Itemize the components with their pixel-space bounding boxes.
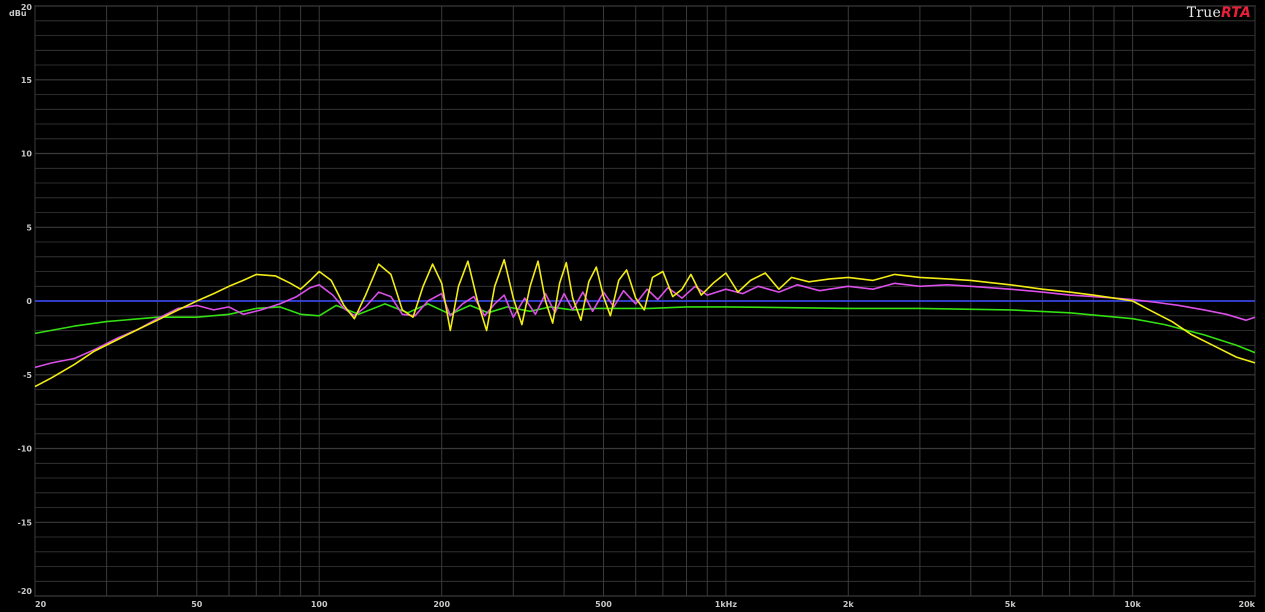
x-tick-label: 10k xyxy=(1124,600,1141,609)
x-tick-label: 1kHz xyxy=(715,600,738,609)
y-tick-label: 0 xyxy=(26,297,32,306)
y-tick-label: -5 xyxy=(23,371,32,380)
frequency-response-chart: 20151050-5-10-15-20 20 50 100 200 500 1kHz 2k 5… xyxy=(9,3,1256,609)
y-tick-label: 15 xyxy=(21,76,33,85)
y-tick-label: -10 xyxy=(18,445,33,454)
x-tick-label: 2k xyxy=(843,600,855,609)
x-axis-ticks: 20 50 100 200 500 1kHz 2k 5k 10k 20k xyxy=(35,600,1256,609)
x-tick-label: 500 xyxy=(595,600,612,609)
x-tick-label: 5k xyxy=(1005,600,1017,609)
y-tick-label: 5 xyxy=(26,223,32,232)
x-tick-label: 20k xyxy=(1239,600,1256,609)
y-tick-label: 10 xyxy=(21,150,33,159)
y-tick-label: -15 xyxy=(18,518,33,527)
x-tick-label: 200 xyxy=(433,600,450,609)
y-axis-ticks: 20151050-5-10-15-20 xyxy=(18,3,33,596)
x-tick-label: 50 xyxy=(191,600,203,609)
y-tick-label: -20 xyxy=(18,587,33,596)
rta-analyzer-window: 20 15 10 5 0 -5 -10 -15 -20 20 50 100 200 500 1kHz 2k 5… xyxy=(0,0,1265,612)
y-axis-unit: dBu xyxy=(9,9,27,18)
truerta-logo: TrueRTA xyxy=(1187,5,1251,21)
brand-prefix: True xyxy=(1186,5,1221,21)
x-tick-label: 20 xyxy=(35,600,47,609)
x-tick-label: 100 xyxy=(311,600,328,609)
brand-accent: RTA xyxy=(1220,5,1251,21)
